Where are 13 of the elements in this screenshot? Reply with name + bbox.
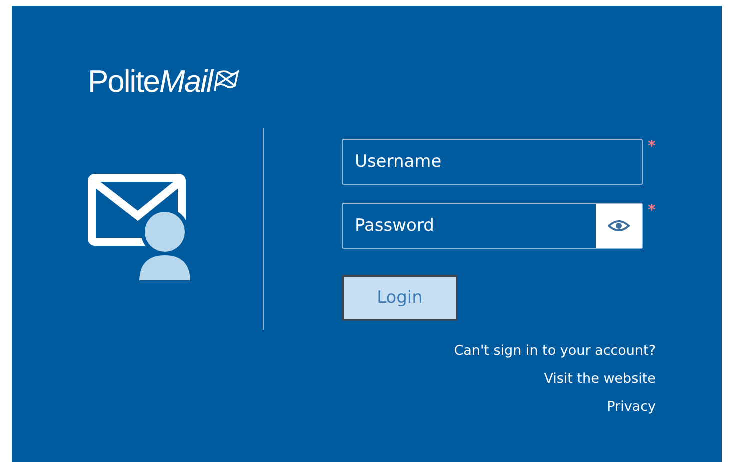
eye-icon [608, 220, 630, 232]
show-password-button[interactable] [596, 204, 642, 248]
logo-text: Mail [160, 64, 212, 100]
flag-icon [213, 70, 240, 92]
logo-text: Polite [88, 64, 160, 100]
help-link[interactable]: Can't sign in to your account? [454, 341, 656, 362]
help-link[interactable]: Visit the website [544, 369, 656, 390]
help-link[interactable]: Privacy [607, 397, 656, 418]
password-input[interactable]: Password [343, 204, 596, 248]
username-input[interactable]: Username [343, 140, 642, 184]
password-field[interactable]: Password [342, 203, 643, 249]
required-mark: * [648, 139, 656, 153]
required-mark: * [648, 203, 656, 217]
